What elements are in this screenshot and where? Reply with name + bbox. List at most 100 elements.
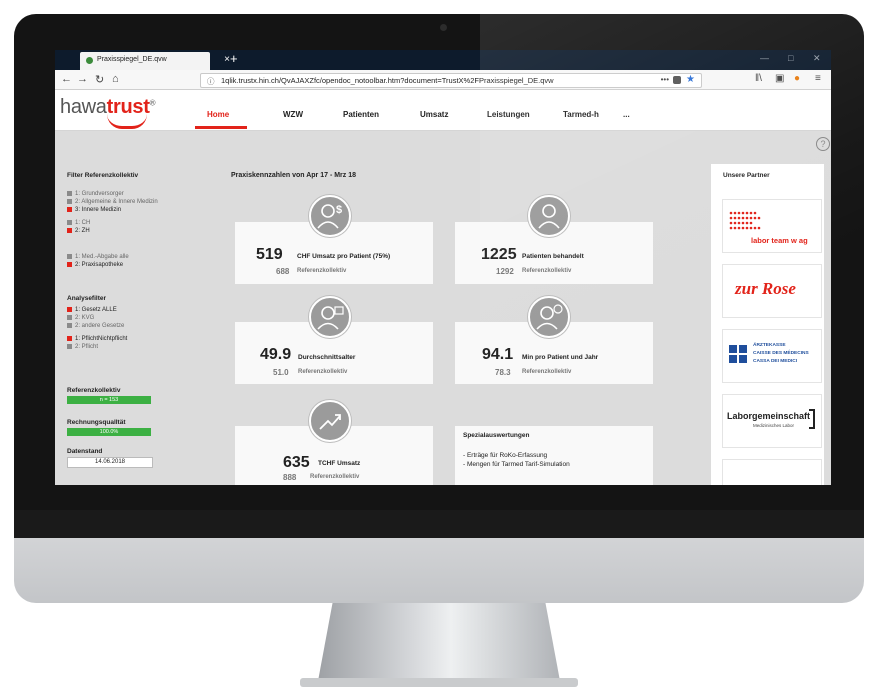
page-actions-button[interactable]: •••	[661, 75, 669, 84]
menu-icon[interactable]: ≡	[815, 73, 821, 84]
pocket-icon[interactable]	[673, 76, 681, 84]
back-icon[interactable]: ←	[61, 73, 72, 85]
checkbox-icon	[67, 254, 72, 259]
close-window-icon[interactable]: ✕	[813, 53, 821, 64]
kpi-label: Min pro Patient und Jahr	[522, 354, 599, 361]
partner-laborgemeinschaft[interactable]: Laborgemeinschaft Medizinisches Labor	[723, 395, 821, 447]
filter-kvg[interactable]: 2: KVG	[67, 315, 94, 321]
filter-allgemeine-innere[interactable]: 2: Allgemeine & Innere Medizin	[67, 199, 158, 205]
partner-aerztekasse[interactable]: ÄRZTEKASSE CAISSE DES MÉDECINS CASSA DEI…	[723, 330, 821, 382]
url-text: 1qlik.trustx.hin.ch/QvAJAXZfc/opendoc_no…	[221, 76, 554, 85]
checkbox-icon	[67, 220, 72, 225]
filter-ch[interactable]: 1: CH	[67, 220, 90, 226]
trend-up-icon	[309, 400, 351, 442]
partner-labor-team[interactable]: labor team w ag	[723, 200, 821, 252]
filter-med-abgabe[interactable]: 1: Med.-Abgabe alle	[67, 254, 129, 260]
filter-title: Filter Referenzkollektiv	[67, 172, 139, 179]
checkbox-icon	[67, 315, 72, 320]
kpi-value: 519	[256, 246, 283, 263]
special-report-link[interactable]: - Mengen für Tarmed Tarif-Simulation	[463, 461, 570, 468]
referenzkollektiv-title: Referenzkollektiv	[67, 387, 121, 394]
person-icon	[528, 195, 570, 237]
kpi-label: TCHF Umsatz	[318, 460, 361, 467]
forward-icon[interactable]: →	[77, 73, 88, 85]
active-tab-indicator	[195, 126, 247, 129]
monitor-lower-bezel	[14, 510, 864, 538]
favicon-icon	[86, 57, 93, 64]
rechnungsqualitaet-title: RechnungsqualItät	[67, 419, 126, 426]
checkbox-icon	[67, 191, 72, 196]
monitor-stand-base	[300, 678, 578, 687]
filter-grundversorger[interactable]: 1: Grundversorger	[67, 191, 124, 197]
checkbox-icon	[67, 336, 72, 341]
checkbox-icon	[67, 262, 72, 267]
browser-tab[interactable]: Praxisspiegel_DE.qvw ×	[80, 52, 230, 70]
filter-andere-gesetze[interactable]: 2: andere Gesetze	[67, 323, 124, 329]
kpi-ref-label: Referenzkollektiv	[522, 369, 572, 375]
bookmark-star-icon[interactable]: ★	[686, 74, 695, 85]
tab-title: Praxisspiegel_DE.qvw	[97, 56, 167, 63]
partner-zur-rose[interactable]: zur Rose	[723, 265, 821, 317]
filter-pflicht-nichtpflicht[interactable]: 1: PflichtNichtpflicht	[67, 336, 127, 342]
special-report-link[interactable]: - Erträge für RoKo-Erfassung	[463, 452, 547, 459]
filter-pflicht[interactable]: 2: Pflicht	[67, 344, 98, 350]
kpi-ref-value: 688	[276, 267, 290, 276]
info-icon[interactable]: ⓘ	[207, 76, 215, 87]
nav-home[interactable]: Home	[207, 110, 229, 119]
nav-leistungen[interactable]: Leistungen	[487, 110, 530, 119]
checkbox-icon	[67, 344, 72, 349]
partners-title: Unsere Partner	[723, 172, 770, 179]
partner-zur-rose-text: zur Rose	[735, 279, 796, 298]
kpi-label: Durchschnittsalter	[298, 354, 356, 361]
special-reports-title: Spezialauswertungen	[463, 432, 530, 439]
person-card-icon	[309, 296, 351, 338]
library-icon[interactable]: ‖\	[755, 73, 762, 84]
kpi-ref-label: Referenzkollektiv	[297, 268, 347, 274]
nav-wzw[interactable]: WZW	[283, 110, 303, 119]
partner-aerztekasse-it: CASSA DEI MEDICI	[753, 359, 798, 364]
address-bar[interactable]: ⓘ 1qlik.trustx.hin.ch/QvAJAXZfc/opendoc_…	[200, 73, 702, 88]
nav-more[interactable]: ...	[623, 110, 630, 119]
filter-innere-medizin[interactable]: 3: Innere Medizin	[67, 207, 121, 213]
checkbox-icon	[67, 228, 72, 233]
svg-text:$: $	[336, 204, 342, 216]
minimize-icon[interactable]: —	[760, 53, 769, 63]
reload-icon[interactable]: ↻	[95, 73, 104, 86]
datenstand-title: Datenstand	[67, 448, 103, 455]
kpi-value: 635	[283, 454, 310, 471]
filter-gesetz-alle[interactable]: 1: Gesetz ALLE	[67, 307, 117, 313]
camera-icon	[440, 24, 447, 31]
kpi-value: 94.1	[482, 346, 514, 363]
extension-icon[interactable]: ●	[794, 73, 800, 84]
checkbox-icon	[67, 323, 72, 328]
maximize-icon[interactable]: □	[788, 53, 793, 63]
filter-zh[interactable]: 2: ZH	[67, 228, 90, 234]
aerztekasse-logo-icon	[729, 345, 747, 363]
kpi-ref-value: 888	[283, 473, 297, 482]
partner-aerztekasse-fr: CAISSE DES MÉDECINS	[753, 351, 809, 356]
browser-nav-bar: ← → ↻ ⌂ ⓘ 1qlik.trustx.hin.ch/QvAJAXZfc/…	[55, 70, 831, 90]
nav-tarmed[interactable]: Tarmed-h	[563, 110, 599, 119]
screen: Praxisspiegel_DE.qvw × + — □ ✕ ← → ↻ ⌂ ⓘ…	[55, 50, 831, 485]
kpi-section-title: Praxiskennzahlen von Apr 17 - Mrz 18	[231, 172, 357, 179]
checkbox-icon	[67, 207, 72, 212]
kpi-ref-label: Referenzkollektiv	[298, 369, 348, 375]
partner-more[interactable]	[723, 460, 821, 485]
nav-patienten[interactable]: Patienten	[343, 110, 379, 119]
browser-tab-bar: Praxisspiegel_DE.qvw × + — □ ✕	[55, 50, 831, 70]
kpi-value: 1225	[481, 246, 517, 263]
kpi-label: CHF Umsatz pro Patient (75%)	[297, 253, 391, 260]
filter-praxisapotheke[interactable]: 2: Praxisapotheke	[67, 262, 123, 268]
kpi-label: Patienten behandelt	[522, 253, 584, 260]
nav-umsatz[interactable]: Umsatz	[420, 110, 448, 119]
kpi-ref-label: Referenzkollektiv	[522, 268, 572, 274]
logo-swoosh	[107, 114, 147, 129]
new-tab-button[interactable]: +	[230, 51, 238, 66]
datenstand-value: 14.06.2018	[67, 457, 153, 468]
home-icon[interactable]: ⌂	[112, 73, 119, 85]
partner-aerztekasse-de: ÄRZTEKASSE	[753, 343, 786, 348]
partner-laborgemeinschaft-text: Laborgemeinschaft	[727, 411, 811, 421]
help-icon[interactable]: ?	[816, 137, 830, 151]
sidebar-icon[interactable]: ▣	[775, 73, 784, 84]
laborgemeinschaft-mark-icon	[809, 409, 815, 429]
